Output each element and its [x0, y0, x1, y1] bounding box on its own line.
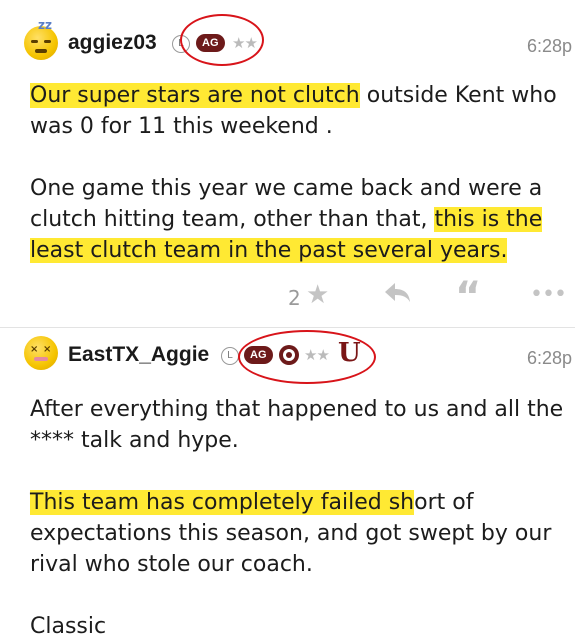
- annotation-circle: [238, 330, 376, 384]
- like-count: 2: [288, 286, 301, 310]
- legacy-badge-icon: L: [221, 347, 239, 365]
- post-body: After everything that happened to us and…: [30, 394, 570, 642]
- post-time: 6:28p: [526, 36, 572, 56]
- post-time: 6:28p: [526, 348, 572, 368]
- paragraph: Classic: [30, 611, 570, 642]
- username[interactable]: aggiez03: [68, 31, 157, 55]
- annotation-circle: [180, 14, 264, 66]
- post-header: zz aggiez03 L AG ★★ 6:28p: [0, 18, 575, 70]
- paragraph: One game this year we came back and were…: [30, 173, 570, 266]
- highlighted-text: This team has completely failed sh: [30, 490, 415, 515]
- more-icon[interactable]: •••: [530, 282, 567, 307]
- username[interactable]: EastTX_Aggie: [68, 343, 209, 367]
- highlighted-text: Our super stars are not clutch: [30, 83, 360, 108]
- post-body: Our super stars are not clutch outside K…: [30, 80, 570, 266]
- post-1: zz aggiez03 L AG ★★ 6:28p Our super star…: [0, 0, 575, 320]
- star-icon[interactable]: ★: [306, 280, 329, 310]
- dizzy-emoji-avatar[interactable]: × ×: [24, 336, 58, 370]
- post-2: × × EastTX_Aggie L AG ★★ U 6:28p After e…: [0, 328, 575, 639]
- paragraph: After everything that happened to us and…: [30, 394, 570, 456]
- text: Classic: [30, 614, 107, 639]
- quote-icon[interactable]: “: [455, 274, 481, 320]
- text: After everything that happened to us and…: [30, 397, 564, 453]
- paragraph: This team has completely failed short of…: [30, 487, 570, 580]
- post-actions: 2 ★ “ •••: [0, 274, 575, 320]
- reply-icon[interactable]: [383, 280, 411, 310]
- paragraph: Our super stars are not clutch outside K…: [30, 80, 570, 142]
- sleeping-emoji-avatar[interactable]: zz: [24, 18, 58, 60]
